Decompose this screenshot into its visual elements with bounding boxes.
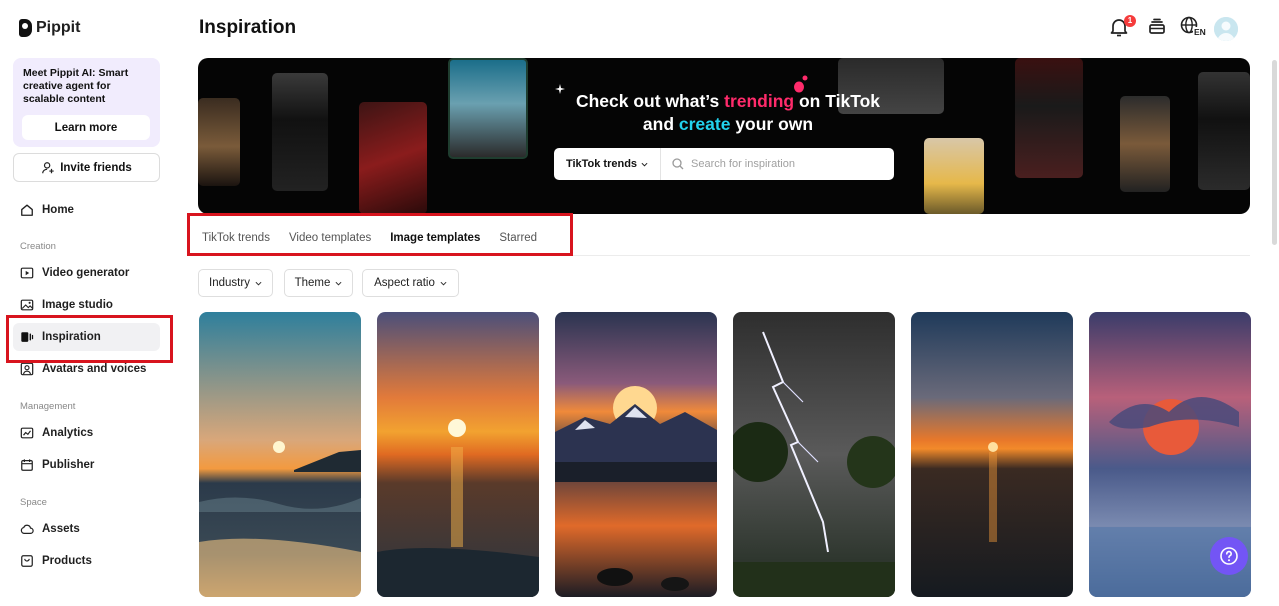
- theme-filter[interactable]: Theme: [284, 269, 353, 297]
- sidebar-item-products[interactable]: Products: [13, 547, 160, 575]
- banner-collage-image: [272, 73, 328, 191]
- template-thumbnail: [555, 312, 717, 597]
- template-card[interactable]: [911, 312, 1073, 597]
- language-label: EN: [1193, 27, 1207, 37]
- learn-more-button[interactable]: Learn more: [22, 115, 150, 140]
- chevron-down-icon: [335, 281, 342, 286]
- page-scrollbar[interactable]: [1272, 60, 1277, 245]
- app-name: Pippit: [36, 19, 81, 36]
- cloud-icon: [20, 524, 34, 534]
- inspiration-highlight-box: [6, 315, 173, 363]
- promo-card: Meet Pippit AI: Smart creative agent for…: [13, 58, 160, 147]
- template-thumbnail: [377, 312, 539, 597]
- headline-accent-trending: trending: [724, 91, 795, 111]
- banner-search-bar: TikTok trends: [554, 148, 894, 180]
- headline-text: Check out what’s: [575, 91, 725, 111]
- headline-text: and: [642, 114, 679, 134]
- app-root: Pippit Meet Pippit AI: Smart creative ag…: [0, 0, 1279, 606]
- add-user-icon: [42, 161, 54, 173]
- calendar-icon: [21, 459, 33, 471]
- banner-headline-line1: Check out what’s trending on TikTok: [538, 90, 918, 113]
- chevron-down-icon: [255, 281, 262, 286]
- promo-text: Meet Pippit AI: Smart creative agent for…: [23, 67, 129, 105]
- banner-headline: Check out what’s trending on TikTok and …: [538, 90, 918, 136]
- headline-accent-create: create: [678, 114, 731, 134]
- template-card[interactable]: [199, 312, 361, 597]
- video-icon: [20, 267, 34, 279]
- avatar-icon: [20, 362, 34, 376]
- banner-collage-image: [1198, 72, 1250, 190]
- sidebar-item-label: Analytics: [42, 427, 94, 439]
- home-icon: [21, 204, 33, 216]
- sidebar-item-home[interactable]: Home: [13, 196, 160, 224]
- sidebar-item-analytics[interactable]: Analytics: [13, 419, 160, 447]
- template-card[interactable]: [377, 312, 539, 597]
- template-thumbnail: [733, 312, 895, 597]
- section-label-space: Space: [20, 497, 47, 508]
- inspiration-search-field: [661, 158, 894, 170]
- page-title: Inspiration: [199, 17, 297, 38]
- help-button[interactable]: [1210, 537, 1248, 575]
- chevron-down-icon: [641, 162, 648, 167]
- template-card[interactable]: [733, 312, 895, 597]
- hero-banner: Check out what’s trending on TikTok and …: [198, 58, 1250, 214]
- template-thumbnail: [911, 312, 1073, 597]
- banner-collage-image: [359, 102, 427, 214]
- filter-label: Industry: [209, 277, 250, 289]
- avatar-image: [1214, 17, 1238, 41]
- pippit-logo-icon: [19, 19, 32, 37]
- sidebar-item-assets[interactable]: Assets: [13, 515, 160, 543]
- aspect-ratio-filter[interactable]: Aspect ratio: [362, 269, 459, 297]
- sparkle-icon: [555, 84, 565, 94]
- banner-collage-image: [924, 138, 984, 214]
- invite-friends-label: Invite friends: [60, 161, 132, 174]
- tabs-highlight-box: [187, 213, 573, 256]
- sidebar-item-label: Publisher: [42, 459, 95, 471]
- banner-collage-image: [1015, 58, 1083, 178]
- image-icon: [20, 299, 34, 311]
- banner-headline-line2: and create your own: [538, 113, 918, 136]
- filter-label: Aspect ratio: [374, 277, 435, 289]
- sidebar-item-label: Video generator: [42, 267, 130, 279]
- analytics-icon: [20, 427, 34, 439]
- headline-text: on TikTok: [794, 91, 881, 111]
- notification-badge: 1: [1124, 15, 1136, 27]
- industry-filter[interactable]: Industry: [198, 269, 273, 297]
- section-label-creation: Creation: [20, 241, 56, 252]
- trend-source-select[interactable]: TikTok trends: [554, 148, 661, 180]
- invite-friends-button[interactable]: Invite friends: [13, 153, 160, 182]
- banner-collage-image: [1120, 96, 1170, 192]
- search-input[interactable]: [691, 158, 871, 170]
- trend-source-value: TikTok trends: [565, 158, 638, 170]
- user-avatar[interactable]: [1214, 17, 1238, 41]
- sidebar-item-label: Assets: [42, 523, 80, 535]
- sidebar-item-video-generator[interactable]: Video generator: [13, 259, 160, 287]
- template-card[interactable]: [555, 312, 717, 597]
- chevron-down-icon: [440, 281, 447, 286]
- sidebar-item-label: Home: [42, 204, 74, 216]
- sidebar-item-label: Products: [42, 555, 92, 567]
- filter-label: Theme: [294, 277, 331, 289]
- banner-collage-image: [448, 58, 528, 159]
- app-logo[interactable]: Pippit: [19, 19, 80, 37]
- template-thumbnail: [199, 312, 361, 597]
- section-label-management: Management: [20, 401, 76, 412]
- search-icon: [672, 158, 684, 170]
- heart-drops-icon: [794, 75, 808, 93]
- help-icon: [1220, 547, 1238, 565]
- headline-text: your own: [730, 114, 814, 134]
- sidebar-item-publisher[interactable]: Publisher: [13, 451, 160, 479]
- sidebar-item-label: Image studio: [42, 299, 113, 311]
- banner-collage-image: [198, 98, 240, 186]
- sidebar-item-label: Avatars and voices: [42, 363, 147, 375]
- notifications-button[interactable]: 1: [1108, 15, 1136, 40]
- credits-button[interactable]: [1146, 16, 1170, 40]
- product-icon: [21, 555, 33, 567]
- sidebar: Pippit Meet Pippit AI: Smart creative ag…: [0, 0, 175, 606]
- language-button[interactable]: EN: [1180, 16, 1208, 40]
- credits-icon: [1149, 18, 1165, 34]
